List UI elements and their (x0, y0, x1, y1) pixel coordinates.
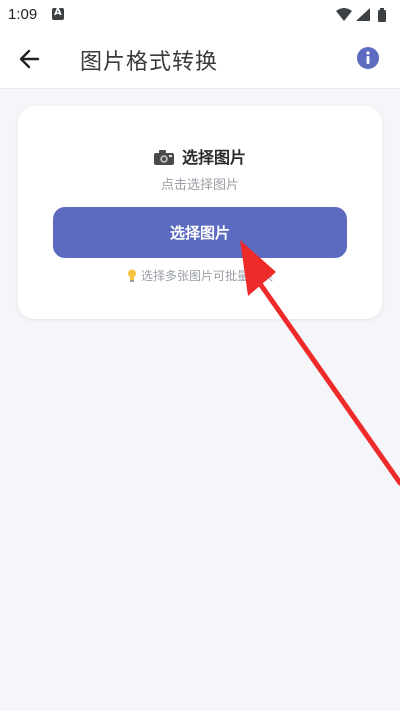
signal-icon (356, 8, 370, 21)
tip-row: 选择多张图片可批量转换 (18, 267, 382, 284)
lightbulb-icon (127, 269, 136, 282)
card-header-label: 选择图片 (181, 148, 246, 167)
status-bar: 1:09 (0, 0, 400, 30)
select-image-button[interactable]: 选择图片 (53, 207, 347, 258)
card-header: 选择图片 (18, 144, 382, 168)
wifi-icon (336, 8, 352, 21)
page-title: 图片格式转换 (80, 50, 219, 75)
status-time: 1:09 (8, 6, 38, 23)
a-icon (52, 7, 64, 20)
arrow-left-icon (19, 49, 40, 69)
battery-icon (378, 8, 386, 22)
card-subtitle: 点击选择图片 (160, 178, 239, 193)
info-icon (357, 47, 379, 69)
app-bar: 图片格式转换 (0, 30, 400, 89)
camera-icon (153, 150, 174, 165)
screen: 1:09 图片格式转换 (0, 0, 400, 711)
info-button[interactable] (356, 46, 380, 70)
image-picker-card: 选择图片 点击选择图片 选择图片 选择多张图片可批量转换 (18, 106, 382, 319)
back-button[interactable] (14, 45, 46, 73)
status-icons (336, 8, 386, 22)
tip-text: 选择多张图片可批量转换 (140, 269, 273, 283)
